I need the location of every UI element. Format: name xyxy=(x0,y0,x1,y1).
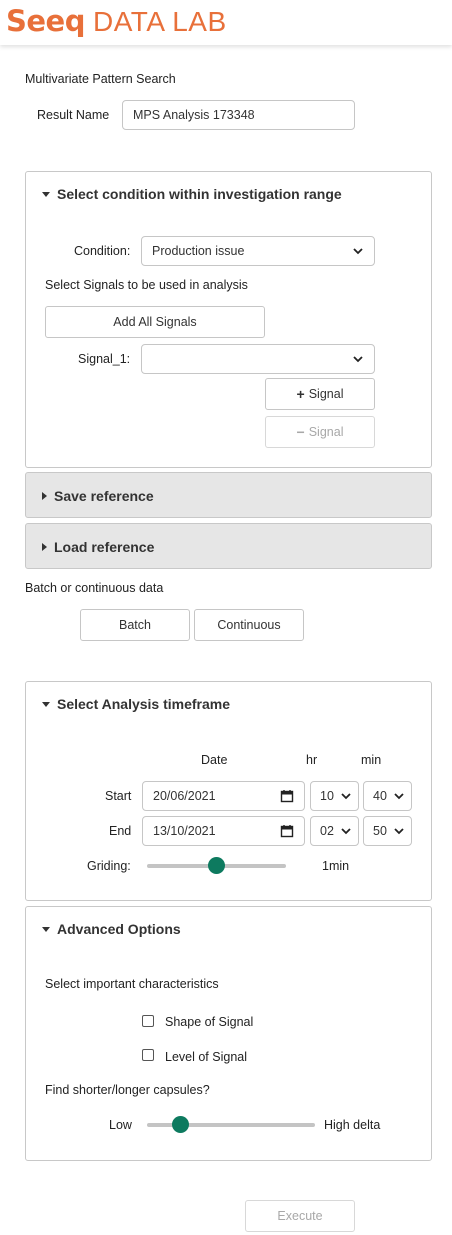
save-reference-panel: Save reference xyxy=(25,472,432,518)
start-minute-select[interactable]: 40 xyxy=(363,781,412,811)
caret-right-icon xyxy=(42,543,47,551)
capsules-label: Find shorter/longer capsules? xyxy=(45,1083,210,1097)
load-reference-header[interactable]: Load reference xyxy=(42,539,154,555)
condition-select-value: Production issue xyxy=(152,244,245,258)
add-signal-button[interactable]: + Signal xyxy=(265,378,375,410)
calendar-icon[interactable] xyxy=(280,824,294,838)
characteristics-label: Select important characteristics xyxy=(45,977,219,991)
timeframe-panel: Select Analysis timeframe Date hr min St… xyxy=(25,681,432,901)
start-minute-value: 40 xyxy=(373,789,387,803)
chevron-down-icon xyxy=(394,793,404,800)
batch-button[interactable]: Batch xyxy=(80,609,190,641)
hr-column-header: hr xyxy=(306,753,318,767)
remove-signal-label: Signal xyxy=(308,425,344,439)
start-hour-select[interactable]: 10 xyxy=(310,781,359,811)
chevron-down-icon xyxy=(353,356,363,363)
timeframe-panel-header[interactable]: Select Analysis timeframe xyxy=(42,696,230,712)
continuous-button[interactable]: Continuous xyxy=(194,609,304,641)
condition-panel-title: Select condition within investigation ra… xyxy=(57,186,342,202)
calendar-icon[interactable] xyxy=(280,789,294,803)
start-date-value: 20/06/2021 xyxy=(153,789,216,803)
result-name-label: Result Name xyxy=(37,108,110,122)
seeq-data-lab-logo: Seeq DATA LAB xyxy=(6,4,227,38)
caret-down-icon xyxy=(42,926,50,932)
griding-label: Griding: xyxy=(87,859,131,873)
logo-datalab-text: DATA LAB xyxy=(92,6,227,37)
minus-icon: − xyxy=(296,424,305,440)
data-type-label: Batch or continuous data xyxy=(25,581,164,595)
end-hour-select[interactable]: 02 xyxy=(310,816,359,846)
condition-label: Condition: xyxy=(74,244,131,258)
start-hour-value: 10 xyxy=(320,789,334,803)
start-label: Start xyxy=(105,789,132,803)
add-all-signals-button[interactable]: Add All Signals xyxy=(45,306,265,338)
caret-down-icon xyxy=(42,701,50,707)
signal-1-label: Signal_1: xyxy=(78,352,131,366)
add-signal-label: Signal xyxy=(308,387,344,401)
caret-right-icon xyxy=(42,492,47,500)
chevron-down-icon xyxy=(394,828,404,835)
condition-panel-header[interactable]: Select condition within investigation ra… xyxy=(42,186,342,202)
shape-of-signal-checkbox[interactable] xyxy=(142,1015,154,1027)
signals-instruction: Select Signals to be used in analysis xyxy=(45,278,248,292)
execute-button[interactable]: Execute xyxy=(245,1200,355,1232)
griding-slider-thumb[interactable] xyxy=(208,857,225,874)
save-reference-header[interactable]: Save reference xyxy=(42,488,154,504)
remove-signal-button[interactable]: − Signal xyxy=(265,416,375,448)
signal-1-select[interactable] xyxy=(141,344,375,374)
load-reference-panel: Load reference xyxy=(25,523,432,569)
result-name-input[interactable] xyxy=(122,100,355,130)
timeframe-panel-title: Select Analysis timeframe xyxy=(57,696,231,712)
save-reference-title: Save reference xyxy=(54,488,154,504)
end-date-value: 13/10/2021 xyxy=(153,824,216,838)
end-minute-value: 50 xyxy=(373,824,387,838)
end-date-input[interactable]: 13/10/2021 xyxy=(142,816,305,846)
level-of-signal-label: Level of Signal xyxy=(165,1050,248,1064)
chevron-down-icon xyxy=(341,793,351,800)
execute-button-label: Execute xyxy=(277,1209,323,1223)
delta-slider-thumb[interactable] xyxy=(172,1116,190,1133)
griding-value: 1min xyxy=(322,859,350,873)
condition-select[interactable]: Production issue xyxy=(141,236,375,266)
advanced-options-header[interactable]: Advanced Options xyxy=(42,921,181,937)
chevron-down-icon xyxy=(353,248,363,255)
min-column-header: min xyxy=(361,753,382,767)
shape-of-signal-label: Shape of Signal xyxy=(165,1015,254,1029)
add-all-signals-label: Add All Signals xyxy=(113,315,197,329)
load-reference-title: Load reference xyxy=(54,539,155,555)
condition-panel: Select condition within investigation ra… xyxy=(25,171,432,468)
top-bar: Seeq DATA LAB xyxy=(0,0,452,45)
end-minute-select[interactable]: 50 xyxy=(363,816,412,846)
caret-down-icon xyxy=(42,191,50,197)
end-hour-value: 02 xyxy=(320,824,334,838)
low-label: Low xyxy=(109,1118,132,1132)
start-date-input[interactable]: 20/06/2021 xyxy=(142,781,305,811)
continuous-button-label: Continuous xyxy=(217,618,281,632)
high-delta-label: High delta xyxy=(324,1118,381,1132)
form-title: Multivariate Pattern Search xyxy=(25,72,176,86)
plus-icon: + xyxy=(296,386,305,402)
advanced-options-title: Advanced Options xyxy=(57,921,181,937)
date-column-header: Date xyxy=(201,753,228,767)
advanced-options-panel: Advanced Options Select important charac… xyxy=(25,906,432,1161)
batch-button-label: Batch xyxy=(119,618,151,632)
logo-seeq-text: Seeq xyxy=(6,4,85,38)
end-label: End xyxy=(109,824,132,838)
level-of-signal-checkbox[interactable] xyxy=(142,1049,154,1061)
chevron-down-icon xyxy=(341,828,351,835)
